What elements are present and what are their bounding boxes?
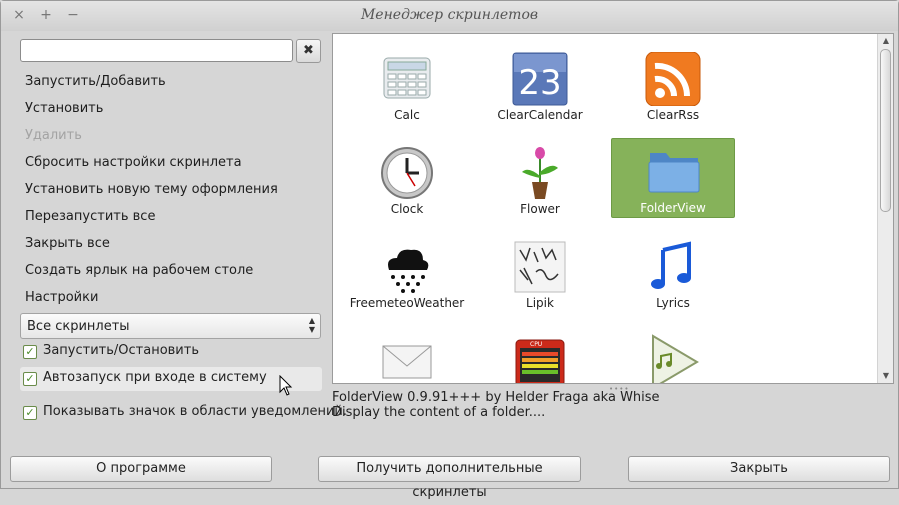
get-more-screenlets-button[interactable]: Получить дополнительные скринлеты [318, 456, 581, 500]
screenlet-tile-freemeteoweather[interactable]: FreemeteoWeather [345, 234, 469, 314]
weather-cloud-icon [388, 249, 429, 293]
action-create-desktop-shortcut[interactable]: Создать ярлык на рабочем столе [25, 263, 253, 281]
action-reset-settings[interactable]: Сбросить настройки скринлета [25, 155, 242, 173]
screenlet-tile-flower[interactable]: Flower [478, 140, 602, 220]
screenlet-info-title: FolderView 0.9.91+++ by Helder Fraga aka… [332, 390, 660, 405]
screenlet-tile-clock[interactable]: Clock [345, 140, 469, 220]
rss-icon [645, 52, 701, 106]
screenlet-name: Lyrics [656, 296, 690, 310]
screenlet-name: Calc [394, 108, 420, 122]
filter-select[interactable]: Все скринлеты ▲ ▼ [20, 313, 321, 339]
screenlet-info-description: Display the content of a folder.... [332, 405, 546, 420]
action-restart-all[interactable]: Перезапустить все [25, 209, 155, 227]
cpu-meter-icon: CPU [515, 339, 565, 383]
screenlet-name: ClearRss [646, 108, 700, 122]
screenlet-tile-lyrics[interactable]: Lyrics [611, 234, 735, 314]
titlebar: × + − Менеджер скринлетов [1, 1, 898, 31]
sketch-note-icon [514, 241, 566, 293]
screenlet-tile-calc[interactable]: Calc [345, 46, 469, 126]
screenlet-name: ClearCalendar [497, 108, 583, 122]
action-settings[interactable]: Настройки [25, 290, 98, 308]
screenlet-name: Clock [390, 202, 424, 216]
clear-icon: ✖ [303, 43, 314, 58]
action-delete: Удалить [25, 128, 82, 143]
screenlet-tile-folderview[interactable]: FolderView [611, 138, 735, 218]
calendar-icon: 23 [512, 52, 568, 106]
screenlet-name: FolderView [640, 201, 706, 215]
icon-view-scrollbar[interactable]: ▲ ▼ [877, 34, 893, 383]
action-install-theme[interactable]: Установить новую тему оформления [25, 182, 278, 200]
screenlet-tile-clearcalendar[interactable]: 23 ClearCalendar [478, 46, 602, 126]
scroll-up-arrow-icon[interactable]: ▲ [878, 34, 893, 48]
calendar-date: 23 [518, 63, 561, 103]
scroll-thumb[interactable] [880, 49, 891, 212]
play-music-icon [652, 334, 699, 383]
music-note-icon [651, 241, 691, 289]
screenlet-name: FreemeteoWeather [349, 296, 465, 310]
checkbox-checked-icon[interactable]: ✓ [23, 345, 37, 359]
check-start-stop-label: Запустить/Остановить [43, 343, 199, 358]
checkbox-checked-icon[interactable]: ✓ [23, 406, 37, 420]
calculator-icon [383, 57, 431, 99]
check-autostart-label: Автозапуск при входе в систему [43, 370, 267, 385]
clear-search-button[interactable]: ✖ [296, 39, 321, 63]
action-close-all[interactable]: Закрыть все [25, 236, 110, 254]
clock-icon [381, 147, 433, 199]
screenlet-name: Flower [520, 202, 560, 216]
envelope-icon [382, 345, 432, 379]
close-button[interactable]: Закрыть [628, 456, 890, 482]
check-autostart[interactable]: ✓ Автозапуск при входе в систему [20, 367, 322, 391]
check-tray-icon-label: Показывать значок в области уведомлений. [43, 404, 347, 419]
spin-arrows-icon: ▲ ▼ [308, 316, 315, 334]
window-title: Менеджер скринлетов [360, 7, 539, 23]
flower-icon [522, 147, 558, 199]
screenlet-tile-clearrss[interactable]: ClearRss [611, 46, 735, 126]
screenlet-tile-cpu[interactable]: CPU [478, 328, 602, 383]
screenlets-manager-window: × + − Менеджер скринлетов ✖ Запустить/До… [0, 0, 899, 500]
screenlet-tile-lipik[interactable]: Lipik [478, 234, 602, 314]
checkbox-checked-icon[interactable]: ✓ [23, 372, 37, 386]
screenlet-tile-player[interactable] [611, 328, 735, 383]
about-button[interactable]: О программе [10, 456, 272, 482]
screenlet-tile-mail[interactable] [345, 328, 469, 383]
mouse-pointer-icon [279, 375, 293, 396]
screenlet-icon-view[interactable]: Calc 23 ClearCalendar ClearRss Clock Flo… [332, 33, 894, 384]
screenlet-name: Lipik [526, 296, 554, 310]
action-start-add[interactable]: Запустить/Добавить [25, 74, 166, 92]
search-input[interactable] [20, 39, 293, 62]
folder-icon [648, 153, 700, 193]
filter-selected-value: Все скринлеты [27, 319, 130, 334]
scroll-down-arrow-icon[interactable]: ▼ [878, 369, 893, 383]
action-install[interactable]: Установить [25, 101, 103, 119]
cpu-badge: CPU [530, 341, 542, 348]
